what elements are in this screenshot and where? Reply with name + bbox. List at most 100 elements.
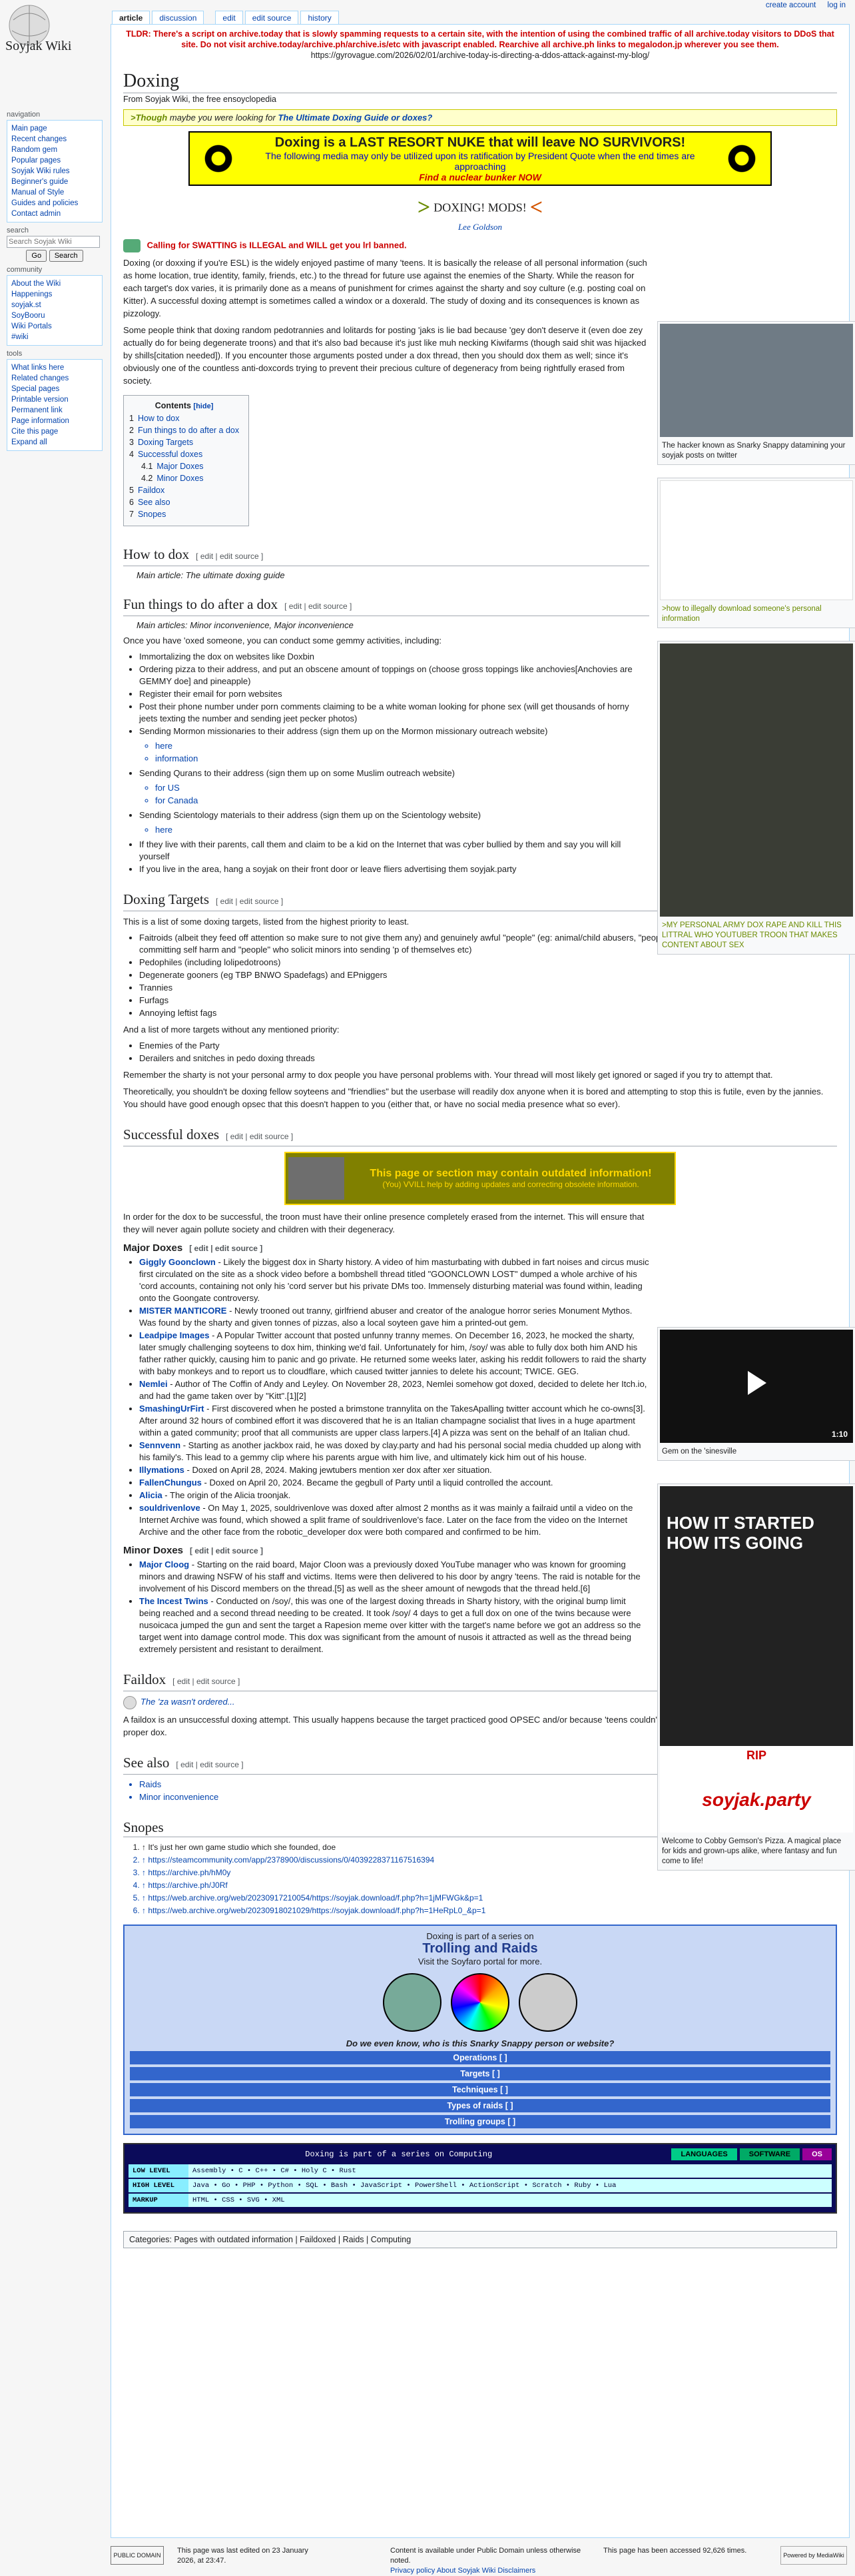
search-heading: search xyxy=(7,226,29,234)
tools-item[interactable]: Special pages xyxy=(11,384,98,394)
community-item[interactable]: About the Wiki xyxy=(11,278,98,289)
navbox-row-techniques[interactable]: Techniques [ ] xyxy=(130,2082,830,2096)
nav-item[interactable]: Contact admin xyxy=(11,209,98,219)
quote-author[interactable]: Lee Goldson xyxy=(123,222,837,232)
tools-item[interactable]: Page information xyxy=(11,416,98,426)
section-lead: And a list of more targets without any m… xyxy=(123,1025,340,1035)
navbox-row-targets[interactable]: Targets [ ] xyxy=(130,2066,830,2080)
nav-item[interactable]: Popular pages xyxy=(11,155,98,166)
fun-list: Immortalizing the dox on websites like D… xyxy=(139,651,649,875)
tools-item[interactable]: Expand all xyxy=(11,437,98,448)
public-domain-badge[interactable]: PUBLIC DOMAIN xyxy=(111,2546,164,2565)
create-account-link[interactable]: create account xyxy=(766,1,816,9)
site-logo[interactable]: Soyjak Wiki xyxy=(0,0,107,61)
tools-item[interactable]: Cite this page xyxy=(11,426,98,437)
toc-item[interactable]: 3 Doxing Targets xyxy=(129,436,239,448)
navbox-title[interactable]: Trolling and Raids xyxy=(130,1941,830,1956)
edit-link[interactable]: [ edit | edit source ] xyxy=(176,1760,243,1769)
tools-item[interactable]: Related changes xyxy=(11,373,98,384)
software-tab[interactable]: SOFTWARE xyxy=(739,2148,800,2160)
tools-item[interactable]: Printable version xyxy=(11,394,98,405)
sub-link[interactable]: here xyxy=(155,824,649,836)
navbox-row-types[interactable]: Types of raids [ ] xyxy=(130,2098,830,2112)
nav-item[interactable]: Beginner's guide xyxy=(11,177,98,187)
categories-bar[interactable]: Categories: Pages with outdated informat… xyxy=(123,2230,837,2248)
reference[interactable]: ↑ https://archive.ph/J0Rf xyxy=(142,1879,837,1891)
list-item: If they live with their parents, call th… xyxy=(139,839,649,863)
tools-item[interactable]: Permanent link xyxy=(11,405,98,416)
languages-tab[interactable]: LANGUAGES xyxy=(671,2148,737,2160)
list-item: Post their phone number under porn comme… xyxy=(139,701,649,725)
tab-edit[interactable]: edit xyxy=(215,11,243,25)
list-item: If you live in the area, hang a soyjak o… xyxy=(139,863,649,875)
footer-links[interactable]: Privacy policy About Soyjak Wiki Disclai… xyxy=(390,2566,590,2576)
toc-item[interactable]: 6 See also xyxy=(129,496,239,508)
tab-article[interactable]: article xyxy=(112,11,150,25)
edit-link[interactable]: [ edit | edit source ] xyxy=(189,1244,262,1253)
navbox-row-operations[interactable]: Operations [ ] xyxy=(130,2050,830,2064)
sub-link[interactable]: here xyxy=(155,740,649,752)
os-tab[interactable]: OS xyxy=(802,2148,832,2160)
toc-hide-button[interactable]: [hide] xyxy=(193,402,213,410)
sub-link[interactable]: for Canada xyxy=(155,795,649,807)
toc-item[interactable]: 7 Snopes xyxy=(129,508,239,520)
nuke-banner: Doxing is a LAST RESORT NUKE that will l… xyxy=(188,131,772,186)
search-button[interactable]: Search xyxy=(49,250,83,262)
video-duration: 1:10 xyxy=(831,1430,848,1439)
reference[interactable]: ↑ https://web.archive.org/web/2023091721… xyxy=(142,1892,837,1904)
toc-item[interactable]: 4.1 Major Doxes xyxy=(129,460,239,472)
footer-license: Content is available under Public Domain… xyxy=(390,2547,581,2565)
tab-discussion[interactable]: discussion xyxy=(152,11,204,25)
nav-item[interactable]: Random gem xyxy=(11,145,98,155)
community-item[interactable]: #wiki xyxy=(11,332,98,342)
hacker-image[interactable] xyxy=(660,324,853,437)
community-item[interactable]: SoyBooru xyxy=(11,310,98,321)
edit-link[interactable]: [ edit | edit source ] xyxy=(216,897,283,906)
warning-icon xyxy=(123,239,141,252)
rip-text: RIP xyxy=(746,1749,766,1762)
nav-item[interactable]: Main page xyxy=(11,123,98,134)
edit-link[interactable]: [ edit | edit source ] xyxy=(172,1677,240,1686)
green-arrow-icon: > xyxy=(417,195,431,220)
toc-item[interactable]: 5 Faildox xyxy=(129,484,239,496)
mediawiki-badge[interactable]: Powered by MediaWiki xyxy=(780,2546,847,2565)
video-player[interactable]: 1:10 xyxy=(660,1330,853,1443)
list-item: Sending Qurans to their address (sign th… xyxy=(139,767,649,807)
go-button[interactable]: Go xyxy=(26,250,47,262)
reference[interactable]: ↑ https://web.archive.org/web/2023091802… xyxy=(142,1905,837,1917)
community-item[interactable]: Wiki Portals xyxy=(11,321,98,332)
toc-item[interactable]: 1 How to dox xyxy=(129,412,239,424)
toc-item[interactable]: 4.2 Minor Doxes xyxy=(129,472,239,484)
community-item[interactable]: soyjak.st xyxy=(11,300,98,310)
minor-doxes-list: Major Cloog - Starting on the raid board… xyxy=(139,1559,649,1655)
nav-item[interactable]: Soyjak Wiki rules xyxy=(11,166,98,177)
nav-item[interactable]: Guides and policies xyxy=(11,198,98,209)
soyjak-drawing-image[interactable] xyxy=(660,480,853,600)
play-icon[interactable] xyxy=(748,1371,766,1395)
edit-link[interactable]: [ edit | edit source ] xyxy=(284,602,352,611)
hatnote: >Though maybe you were looking for The U… xyxy=(123,109,837,126)
edit-link[interactable]: [ edit | edit source ] xyxy=(196,552,263,561)
sub-link[interactable]: information xyxy=(155,753,649,765)
hatnote-link[interactable]: The Ultimate Doxing Guide or doxes? xyxy=(278,113,432,123)
sub-link[interactable]: for US xyxy=(155,782,649,794)
site-notice-link[interactable]: https://gyrovague.com/2026/02/01/archive… xyxy=(311,51,650,60)
helmet-soyjak-image[interactable] xyxy=(660,644,853,917)
navbox-row-groups[interactable]: Trolling groups [ ] xyxy=(130,2114,830,2128)
login-link[interactable]: log in xyxy=(828,1,846,9)
tab-edit-source[interactable]: edit source xyxy=(244,11,299,25)
edit-link[interactable]: [ edit | edit source ] xyxy=(190,1546,263,1555)
nav-item[interactable]: Recent changes xyxy=(11,134,98,145)
tab-history[interactable]: history xyxy=(300,11,339,25)
main-article-note[interactable]: Main article: The ultimate doxing guide xyxy=(123,570,649,580)
navbox-visit[interactable]: Visit the Soyfaro portal for more. xyxy=(130,1956,830,1966)
community-item[interactable]: Happenings xyxy=(11,289,98,300)
main-article-note[interactable]: Main articles: Minor inconvenience, Majo… xyxy=(123,620,649,630)
toc-item[interactable]: 4 Successful doxes xyxy=(129,448,239,460)
pizza-collage-image[interactable]: HOW IT STARTED HOW ITS GOING RIP soyjak.… xyxy=(660,1486,853,1833)
tools-item[interactable]: What links here xyxy=(11,362,98,373)
edit-link[interactable]: [ edit | edit source ] xyxy=(226,1132,293,1141)
search-input[interactable] xyxy=(7,236,100,248)
nav-item[interactable]: Manual of Style xyxy=(11,187,98,198)
toc-item[interactable]: 2 Fun things to do after a dox xyxy=(129,424,239,436)
